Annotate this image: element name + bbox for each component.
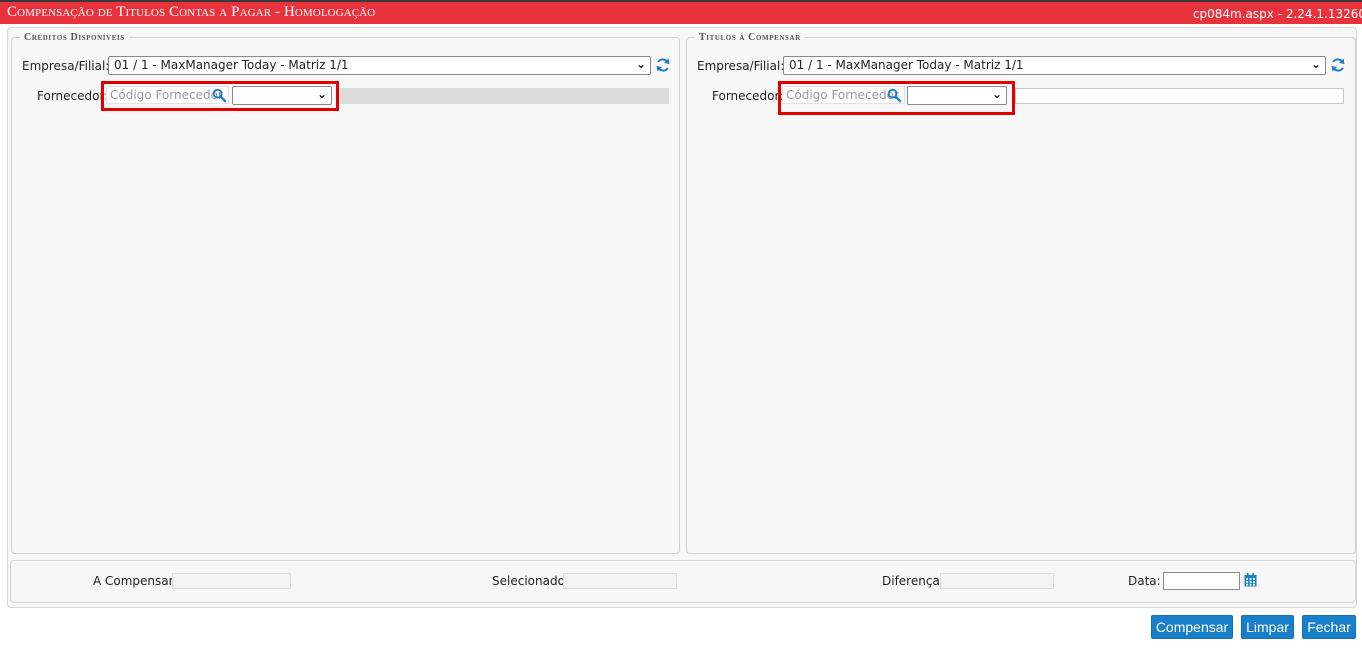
compensar-button[interactable]: Compensar	[1151, 615, 1233, 639]
data-input[interactable]	[1163, 572, 1240, 590]
fechar-button[interactable]: Fechar	[1302, 615, 1356, 639]
a-compensar-field	[172, 573, 291, 589]
left-highlight-box	[101, 81, 339, 111]
left-fornecedor-name-field	[340, 88, 669, 104]
refresh-icon[interactable]	[655, 57, 671, 73]
diferenca-field	[940, 573, 1054, 589]
right-empresa-label: Empresa/Filial:	[697, 59, 785, 73]
data-label: Data:	[1128, 574, 1161, 588]
version-label: cp084m.aspx - 2.24.1.13260	[1192, 7, 1362, 21]
chevron-down-icon: ⌄	[1310, 57, 1321, 71]
chevron-down-icon: ⌄	[635, 57, 646, 71]
left-empresa-value: 01 / 1 - MaxManager Today - Matriz 1/1	[114, 58, 349, 72]
left-empresa-label: Empresa/Filial:	[22, 59, 110, 73]
right-fornecedor-name-field[interactable]	[1015, 88, 1344, 104]
a-compensar-label: A Compensar:	[93, 574, 178, 588]
right-empresa-value: 01 / 1 - MaxManager Today - Matriz 1/1	[789, 58, 1024, 72]
selecionado-field	[563, 573, 677, 589]
creditos-legend: Créditos Disponíveis	[24, 32, 125, 43]
right-fornecedor-label: Fornecedor:	[712, 89, 784, 103]
right-empresa-select[interactable]: 01 / 1 - MaxManager Today - Matriz 1/1 ⌄	[783, 56, 1326, 75]
refresh-icon[interactable]	[1330, 57, 1346, 73]
left-empresa-select[interactable]: 01 / 1 - MaxManager Today - Matriz 1/1 ⌄	[108, 56, 651, 75]
title-bar: Compensação de Titulos Contas a Pagar - …	[0, 0, 1362, 24]
limpar-button[interactable]: Limpar	[1241, 615, 1294, 639]
left-fornecedor-label: Fornecedor:	[37, 89, 109, 103]
page-title: Compensação de Titulos Contas a Pagar - …	[7, 4, 376, 20]
calendar-icon[interactable]	[1244, 573, 1257, 587]
selecionado-label: Selecionado:	[492, 574, 569, 588]
titulos-legend: Titulos à Compensar	[699, 32, 801, 43]
right-highlight-box	[778, 81, 1015, 115]
diferenca-label: Diferença:	[882, 574, 944, 588]
